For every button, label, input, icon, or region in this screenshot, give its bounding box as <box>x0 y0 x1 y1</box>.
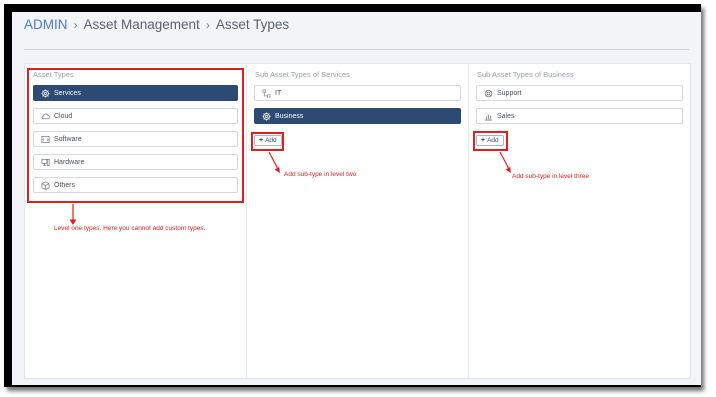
item-label: Business <box>275 112 304 120</box>
box-icon <box>41 181 50 190</box>
plus-icon: + <box>259 137 264 144</box>
network-icon <box>262 89 271 98</box>
item-label: Support <box>497 89 522 97</box>
page-title: Asset Types <box>215 17 290 32</box>
asset-type-software[interactable]: Software <box>33 131 238 147</box>
column-title: Asset Types <box>33 70 74 79</box>
chart-icon <box>484 112 493 121</box>
window-frame: ADMIN › Asset Management › Asset Types Asset… <box>4 4 701 387</box>
breadcrumb-separator: › <box>73 18 78 32</box>
item-label: Others <box>54 181 76 189</box>
cloud-icon <box>41 112 50 121</box>
sub-type-it[interactable]: IT <box>254 85 461 101</box>
breadcrumb: ADMIN › Asset Management › Asset Types <box>24 17 289 32</box>
sub-business-column: Sub Asset Types of Business Support Sale… <box>469 64 690 378</box>
annotation-level-three: Add sub-type in level three <box>512 173 589 180</box>
breadcrumb-asset-management[interactable]: Asset Management <box>84 17 200 32</box>
asset-type-cloud[interactable]: Cloud <box>33 108 238 124</box>
sub-type-support[interactable]: Support <box>476 85 683 101</box>
sub-services-column: Sub Asset Types of Services IT Business … <box>247 64 469 378</box>
asset-type-others[interactable]: Others <box>33 177 238 193</box>
item-label: Software <box>54 135 82 143</box>
header-divider <box>24 49 689 50</box>
breadcrumb-separator: › <box>205 18 210 32</box>
asset-types-column: Asset Types Services Cloud Software Hard… <box>25 64 247 378</box>
column-title: Sub Asset Types of Business <box>477 70 574 79</box>
gear-icon <box>41 89 50 98</box>
item-label: Sales <box>497 112 515 120</box>
hardware-icon <box>41 158 50 167</box>
annotation-level-one: Level one types. Here you cannot add cus… <box>54 225 206 232</box>
sub-type-business[interactable]: Business <box>254 108 461 124</box>
add-label: Add <box>487 137 499 144</box>
gear-icon <box>262 112 271 121</box>
add-subtype-button[interactable]: + Add <box>476 135 504 146</box>
sub-type-sales[interactable]: Sales <box>476 108 683 124</box>
add-label: Add <box>265 137 277 144</box>
item-label: Cloud <box>54 112 73 120</box>
item-label: IT <box>275 89 282 97</box>
column-title: Sub Asset Types of Services <box>255 70 350 79</box>
annotation-level-two: Add sub-type in level two <box>284 171 357 178</box>
item-label: Services <box>54 89 81 97</box>
plus-icon: + <box>481 137 486 144</box>
asset-type-services[interactable]: Services <box>33 85 238 101</box>
software-icon <box>41 135 50 144</box>
lifebuoy-icon <box>484 89 493 98</box>
app-screen: ADMIN › Asset Management › Asset Types Asset… <box>12 12 701 385</box>
item-label: Hardware <box>54 158 85 166</box>
breadcrumb-admin[interactable]: ADMIN <box>24 17 68 32</box>
asset-types-card: Asset Types Services Cloud Software Hard… <box>24 63 691 379</box>
asset-type-hardware[interactable]: Hardware <box>33 154 238 170</box>
add-subtype-button[interactable]: + Add <box>254 135 282 146</box>
